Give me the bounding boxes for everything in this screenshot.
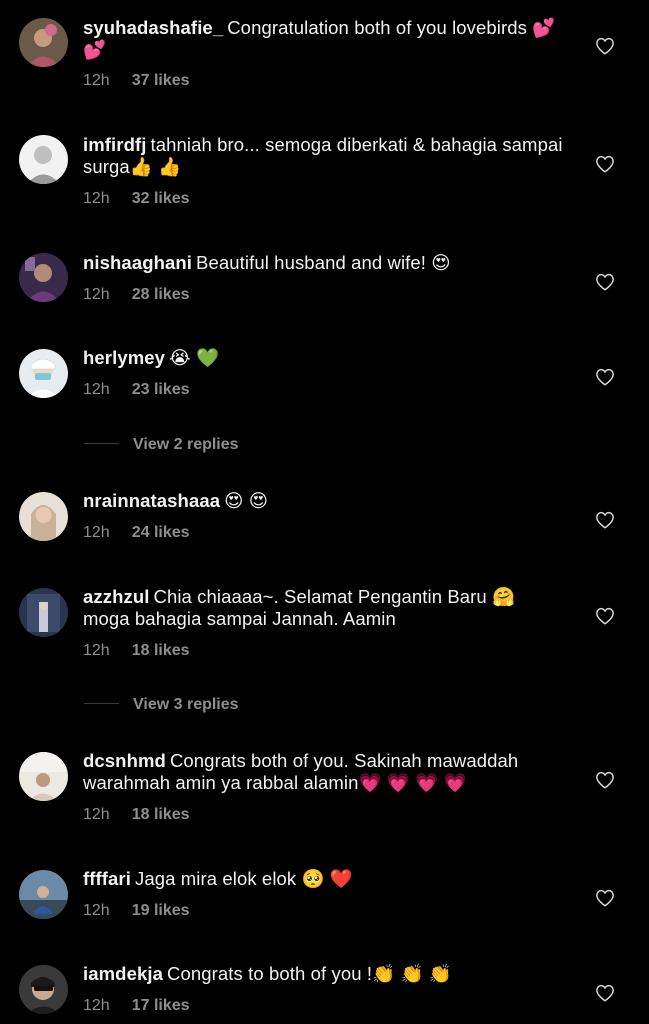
comment-likes[interactable]: 37 likes [132, 72, 190, 89]
comment-meta: 12h 28 likes [83, 286, 190, 304]
comment-likes[interactable]: 32 likes [132, 190, 190, 207]
avatar[interactable] [19, 349, 68, 398]
comment-username[interactable]: dcsnhmd [83, 750, 166, 771]
avatar[interactable] [19, 492, 68, 541]
comment-meta: 12h 18 likes [83, 642, 190, 660]
comment-body: Jaga mira elok elok 🥺 ❤️ [134, 868, 354, 889]
comment-username[interactable]: syuhadashafie_ [83, 17, 223, 38]
comment-text-block: ffffari Jaga mira elok elok 🥺 ❤️ [83, 868, 563, 890]
view-replies-button[interactable]: View 2 replies [84, 436, 239, 454]
comment-meta: 12h 24 likes [83, 524, 190, 542]
avatar[interactable] [19, 752, 68, 801]
comment-body: Congrats to both of you !👏 👏 👏 [167, 963, 452, 984]
view-replies-button[interactable]: View 3 replies [84, 696, 239, 714]
comment-text-block: nrainnatashaaa 😍 😍 [83, 490, 563, 512]
heart-outline-icon[interactable] [595, 155, 615, 173]
comment-username[interactable]: azzhzul [83, 586, 149, 607]
heart-outline-icon[interactable] [595, 273, 615, 291]
comment-time: 12h [83, 642, 110, 659]
comment-time: 12h [83, 381, 110, 398]
comment-text-block: azzhzul Chia chiaaaa~. Selamat Pengantin … [83, 586, 563, 630]
comment-likes[interactable]: 17 likes [132, 997, 190, 1014]
avatar[interactable] [19, 135, 68, 184]
heart-outline-icon[interactable] [595, 368, 615, 386]
comment-body: 😭 💚 [169, 347, 220, 368]
comment-time: 12h [83, 72, 110, 89]
comment-meta: 12h 23 likes [83, 381, 190, 399]
comment-meta: 12h 19 likes [83, 902, 190, 920]
avatar[interactable] [19, 965, 68, 1014]
comment-time: 12h [83, 190, 110, 207]
comment-username[interactable]: ffffari [83, 868, 131, 889]
comment-likes[interactable]: 18 likes [132, 806, 190, 823]
comment-username[interactable]: nishaaghani [83, 252, 192, 273]
comment-likes[interactable]: 23 likes [132, 381, 190, 398]
comment-time: 12h [83, 902, 110, 919]
replies-divider [84, 443, 119, 445]
comment-text-block: iamdekja Congrats to both of you !👏 👏 👏 [83, 963, 563, 985]
comment-text-block: herlymey 😭 💚 [83, 347, 563, 369]
heart-outline-icon[interactable] [595, 889, 615, 907]
comment-text-block: dcsnhmd Congrats both of you. Sakinah maw… [83, 750, 563, 794]
comment-body: tahniah bro... semoga diberkati & bahagi… [83, 134, 563, 177]
comment-text-block: syuhadashafie_ Congratulation both of you… [83, 17, 563, 61]
comment-likes[interactable]: 24 likes [132, 524, 190, 541]
comment-body: 😍 😍 [224, 490, 269, 511]
comment-time: 12h [83, 524, 110, 541]
avatar[interactable] [19, 18, 68, 67]
replies-divider [84, 703, 119, 705]
comment-meta: 12h 17 likes [83, 997, 190, 1015]
view-replies-label: View 2 replies [133, 436, 239, 453]
comment-meta: 12h 32 likes [83, 190, 190, 208]
comment-time: 12h [83, 286, 110, 303]
comment-username[interactable]: iamdekja [83, 963, 163, 984]
comment-username[interactable]: nrainnatashaaa [83, 490, 220, 511]
heart-outline-icon[interactable] [595, 984, 615, 1002]
avatar[interactable] [19, 870, 68, 919]
comment-likes[interactable]: 19 likes [132, 902, 190, 919]
heart-outline-icon[interactable] [595, 37, 615, 55]
comment-meta: 12h 37 likes [83, 72, 190, 90]
comment-meta: 12h 18 likes [83, 806, 190, 824]
view-replies-label: View 3 replies [133, 696, 239, 713]
comment-time: 12h [83, 997, 110, 1014]
heart-outline-icon[interactable] [595, 771, 615, 789]
comment-likes[interactable]: 18 likes [132, 642, 190, 659]
comment-time: 12h [83, 806, 110, 823]
avatar[interactable] [19, 588, 68, 637]
comment-text-block: nishaaghani Beautiful husband and wife! 😍 [83, 252, 563, 274]
comment-username[interactable]: herlymey [83, 347, 165, 368]
heart-outline-icon[interactable] [595, 607, 615, 625]
comment-username[interactable]: imfirdfj [83, 134, 147, 155]
avatar[interactable] [19, 253, 68, 302]
comment-text-block: imfirdfj tahniah bro... semoga diberkati … [83, 134, 563, 178]
comment-likes[interactable]: 28 likes [132, 286, 190, 303]
heart-outline-icon[interactable] [595, 511, 615, 529]
comment-body: Beautiful husband and wife! 😍 [196, 252, 451, 273]
